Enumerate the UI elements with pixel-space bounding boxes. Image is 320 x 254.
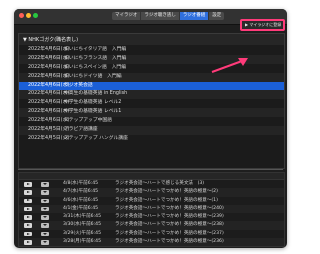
episode-date: 4/8(水)午前6:45	[63, 181, 99, 186]
program-row[interactable]: 2022年4月6日(水) ステップアップ中国語	[19, 117, 284, 126]
episode-list: 4/8(水)午前6:45 ラジオ英会話～ハートで感じる英文法 (3) 4/7(水)午…	[19, 180, 284, 247]
program-name: 中高生の基礎英語 in English	[64, 91, 128, 97]
episode-list-panel: 4/8(水)午前6:45 ラジオ英会話～ハートで感じる英文法 (3) 4/7(水)午…	[18, 172, 285, 247]
episode-title: ラジオ英会話～ハートでつかめ！英語の極意～(1)	[115, 197, 218, 203]
program-group-header[interactable]: ▼ NHKゴガク(職名表し)	[19, 34, 284, 45]
download-icon[interactable]	[41, 198, 49, 204]
episode-row[interactable]: 3/30(水)午前6:45 ラジオ英会話～ハートでつかめ！英語の極意～(238)	[19, 221, 284, 230]
episode-date: 3/31(木)午前6:45	[63, 214, 101, 220]
download-icon[interactable]	[41, 231, 49, 237]
episode-title: ラジオ英会話～ハートでつかめ！英語の極意～(239)	[115, 214, 224, 220]
program-name: まいにちドイツ語 入門編	[64, 73, 122, 79]
episode-title: ラジオ英会話～ハートでつかめ！英語の極意～(236)	[115, 239, 224, 245]
episode-row[interactable]: 4/6(水)午前6:45 ラジオ英会話～ハートでつかめ！英語の極意～(1)	[19, 197, 284, 205]
program-row[interactable]: 2022年4月6日(水) まいにちイタリア語 入門編	[19, 46, 284, 55]
tab-settings[interactable]: 設定	[209, 12, 224, 20]
play-icon[interactable]	[24, 206, 32, 212]
program-row[interactable]: 2022年4月6日(水) まいにちドイツ語 入門編	[19, 72, 284, 82]
play-icon[interactable]	[24, 223, 32, 228]
app-window: マイラジオ ラジオ聴き逃し ラジオ番組 設定 ▼ NHKゴガク(職名表し) 20…	[14, 9, 287, 248]
download-icon[interactable]	[41, 206, 49, 212]
episode-title: ラジオ英会話～ハートでつかめ！英語の極意～(238)	[115, 222, 224, 228]
episode-list-header	[19, 173, 284, 180]
maximize-window-button[interactable]	[33, 13, 38, 18]
program-name: ラジオ英会話	[64, 82, 93, 88]
play-icon[interactable]	[24, 240, 32, 245]
program-row[interactable]: 2022年4月6日(水) ラジオ英会話	[19, 81, 284, 91]
program-list-panel: ▼ NHKゴガク(職名表し) 2022年4月6日(水) まいにちイタリア語 入門編…	[18, 33, 285, 169]
episode-title: ラジオ英会話～ハートでつかめ！英語の極意～(237)	[115, 230, 224, 236]
download-icon[interactable]	[41, 223, 49, 228]
episode-date: 4/6(水)午前6:45	[63, 197, 99, 203]
episode-row[interactable]: 4/7(水)午前6:45 ラジオ英会話～ハートでつかめ！英語の極意～(2)	[19, 188, 284, 197]
add-to-my-radio-button[interactable]: ▶ マイラジオに登録	[240, 19, 285, 31]
program-row[interactable]: 2022年4月6日(水) 中学生の基礎英語 レベル1	[19, 108, 284, 118]
program-name: まいにちフランス語 入門編	[64, 55, 127, 61]
episode-row[interactable]: 4/1(金)午前6:45 ラジオ英会話～ハートでつかめ！英語の極意～(240)	[19, 204, 284, 214]
play-icon[interactable]	[24, 182, 32, 187]
episode-title: ラジオ英会話～ハートでつかめ！英語の極意～(2)	[115, 189, 218, 195]
program-name: ステップアップ中国語	[64, 118, 112, 124]
download-icon[interactable]	[41, 190, 49, 195]
program-name: まいにちスペイン語 入門編	[64, 64, 127, 70]
program-row[interactable]: 2022年4月5日(火) ステップアップ ハングル講座	[19, 135, 284, 144]
play-icon[interactable]	[24, 231, 32, 237]
episode-date: 4/1(金)午前6:45	[63, 205, 99, 211]
tab-bar: マイラジオ ラジオ聴き逃し ラジオ番組 設定	[112, 12, 225, 20]
program-name: まいにちイタリア語 入門編	[64, 47, 127, 52]
episode-title: ラジオ英会話～ハートでつかめ！英語の極意～(240)	[115, 205, 224, 211]
tab-radio-programs[interactable]: ラジオ番組	[179, 12, 210, 20]
episode-date: 4/7(水)午前6:45	[63, 189, 99, 195]
episode-row[interactable]: 3/31(木)午前6:45 ラジオ英会話～ハートでつかめ！英語の極意～(239)	[19, 213, 284, 221]
program-group-title: ▼ NHKゴガク(職名表し)	[23, 37, 79, 43]
panel-splitter[interactable]	[18, 169, 283, 170]
close-window-button[interactable]	[19, 13, 24, 18]
program-row[interactable]: 2022年4月6日(水) 中高生の基礎英語 in English	[19, 90, 284, 100]
program-name: 中学生の基礎英語 レベル2	[64, 100, 122, 106]
episode-row[interactable]: 3/29(火)午前6:45 ラジオ英会話～ハートでつかめ！英語の極意～(237)	[19, 230, 284, 238]
episode-date: 3/29(火)午前6:45	[63, 230, 101, 236]
download-icon[interactable]	[41, 240, 49, 245]
episode-row[interactable]: 4/8(水)午前6:45 ラジオ英会話～ハートで感じる英文法 (3)	[19, 180, 284, 188]
tab-my-radio[interactable]: マイラジオ	[112, 12, 142, 20]
play-icon[interactable]	[24, 190, 32, 195]
program-name: 中学生の基礎英語 レベル1	[64, 109, 122, 115]
episode-date: 3/28(月)午前6:45	[63, 239, 101, 245]
program-row[interactable]: 2022年4月5日(火) アラビア語講座	[19, 126, 284, 135]
tab-missed-radio[interactable]: ラジオ聴き逃し	[141, 12, 180, 20]
download-icon[interactable]	[41, 215, 49, 220]
play-icon[interactable]	[24, 198, 32, 204]
play-icon[interactable]	[24, 215, 32, 220]
program-row[interactable]: 2022年4月6日(水) 中学生の基礎英語 レベル2	[19, 99, 284, 108]
episode-date: 3/30(水)午前6:45	[63, 222, 101, 228]
add-to-my-radio-label: ▶ マイラジオに登録	[245, 22, 282, 27]
episode-row[interactable]: 3/28(月)午前6:45 ラジオ英会話～ハートでつかめ！英語の極意～(236)	[19, 238, 284, 247]
minimize-window-button[interactable]	[26, 13, 31, 18]
download-icon[interactable]	[41, 182, 49, 187]
program-name: アラビア語講座	[64, 127, 98, 133]
episode-title: ラジオ英会話～ハートで感じる英文法 (3)	[115, 181, 205, 186]
program-name: ステップアップ ハングル講座	[64, 135, 128, 141]
arrow-icon	[211, 58, 248, 73]
